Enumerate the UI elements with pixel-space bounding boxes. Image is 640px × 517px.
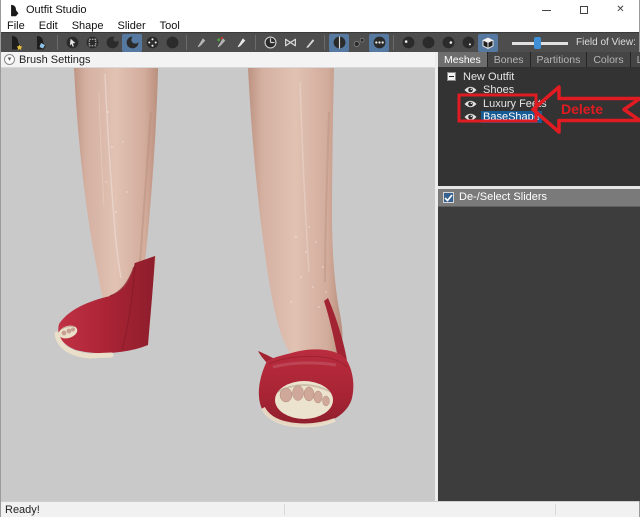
deflate-brush-icon[interactable]	[122, 34, 142, 52]
tree-item-baseshape[interactable]: BaseShape	[438, 111, 640, 125]
toolbar-separator	[324, 35, 325, 50]
title-bar: Outfit Studio ✕	[1, 0, 639, 20]
app-icon	[7, 4, 20, 17]
tab-colors[interactable]: Colors	[587, 52, 630, 67]
minimize-button[interactable]	[528, 0, 565, 20]
menu-bar: File Edit Shape Slider Tool	[1, 20, 639, 32]
tab-lights[interactable]: Lights	[631, 52, 640, 67]
brush-settings-header[interactable]: ▾ Brush Settings	[1, 52, 435, 68]
tab-bones[interactable]: Bones	[488, 52, 531, 67]
status-text: Ready!	[5, 504, 40, 516]
edit-vertices-toggle-icon[interactable]	[349, 34, 369, 52]
mask-paint-brush-icon[interactable]	[191, 34, 211, 52]
view-front-icon[interactable]	[398, 34, 418, 52]
sliders-panel	[438, 207, 640, 501]
sliders-header-label: De-/Select Sliders	[459, 192, 547, 203]
menu-item-file[interactable]: File	[7, 20, 25, 32]
right-leg	[248, 68, 342, 364]
close-button[interactable]: ✕	[602, 0, 639, 20]
menu-item-shape[interactable]: Shape	[72, 20, 104, 32]
window-title: Outfit Studio	[26, 4, 87, 16]
pin-vertex-icon[interactable]	[280, 34, 300, 52]
load-project-icon[interactable]	[3, 34, 28, 52]
connected-only-toggle-icon[interactable]	[369, 34, 389, 52]
smooth-brush-icon[interactable]	[162, 34, 182, 52]
edit-pen-icon[interactable]	[300, 34, 320, 52]
tree-item-label: Shoes	[481, 84, 516, 96]
move-brush-icon[interactable]	[142, 34, 162, 52]
toolbar-separator	[393, 35, 394, 50]
view-right-icon[interactable]	[458, 34, 478, 52]
mask-brush-icon[interactable]	[62, 34, 82, 52]
tree-item-shoes[interactable]: Shoes	[438, 84, 640, 98]
tree-item-label: New Outfit	[461, 71, 516, 83]
tab-meshes[interactable]: Meshes	[438, 52, 488, 67]
load-reference-icon[interactable]	[28, 34, 53, 52]
perspective-toggle-icon[interactable]	[478, 34, 498, 52]
alpha-paint-brush-icon[interactable]	[231, 34, 251, 52]
menu-item-slider[interactable]: Slider	[118, 20, 146, 32]
tree-item-label: BaseShape	[481, 111, 542, 123]
menu-item-edit[interactable]: Edit	[39, 20, 58, 32]
toolbar-separator	[186, 35, 187, 50]
view-left-icon[interactable]	[438, 34, 458, 52]
toolbar-separator	[255, 35, 256, 50]
color-paint-brush-icon[interactable]	[211, 34, 231, 52]
chevron-down-icon[interactable]: ▾	[4, 54, 15, 65]
status-divider	[555, 504, 556, 515]
tree-item-label: Luxury Feets	[481, 98, 549, 110]
viewport-render[interactable]	[1, 68, 435, 501]
panel-tabs: MeshesBonesPartitionsColorsLights	[438, 52, 640, 67]
fov-slider[interactable]	[512, 36, 568, 50]
fov-label: Field of View: 65	[576, 37, 639, 48]
toolbar: Field of View: 65	[1, 32, 639, 52]
tree-item-new-outfit[interactable]: New Outfit	[438, 70, 640, 84]
visibility-eye-icon[interactable]	[464, 85, 477, 95]
rotate-center-icon[interactable]	[260, 34, 280, 52]
toolbar-separator	[57, 35, 58, 50]
maximize-button[interactable]	[565, 0, 602, 20]
outfit-studio-window: Outfit Studio ✕ FileEditShapeSliderTool …	[0, 0, 640, 517]
menu-item-tool[interactable]: Tool	[160, 20, 180, 32]
window-controls: ✕	[528, 0, 639, 20]
visibility-eye-icon[interactable]	[464, 99, 477, 109]
right-panel: MeshesBonesPartitionsColorsLights New Ou…	[438, 52, 640, 501]
viewport[interactable]: ▾ Brush Settings	[1, 52, 435, 501]
select-sliders-checkbox[interactable]	[443, 192, 454, 203]
fov-slider-thumb[interactable]	[534, 37, 541, 49]
collapse-icon[interactable]	[447, 72, 456, 81]
inflate-brush-icon[interactable]	[102, 34, 122, 52]
status-bar: Ready!	[1, 501, 639, 517]
x-mirror-toggle-icon[interactable]	[329, 34, 349, 52]
mesh-tree: New OutfitShoes Luxury FeetsBaseShape	[438, 67, 640, 186]
tab-partitions[interactable]: Partitions	[531, 52, 588, 67]
status-divider	[284, 504, 285, 515]
visibility-eye-icon[interactable]	[464, 112, 477, 122]
sliders-header: De-/Select Sliders	[438, 189, 640, 207]
brush-settings-label: Brush Settings	[19, 54, 91, 66]
view-back-icon[interactable]	[418, 34, 438, 52]
tree-item-luxury-feets[interactable]: Luxury Feets	[438, 97, 640, 111]
select-brush-icon[interactable]	[82, 34, 102, 52]
